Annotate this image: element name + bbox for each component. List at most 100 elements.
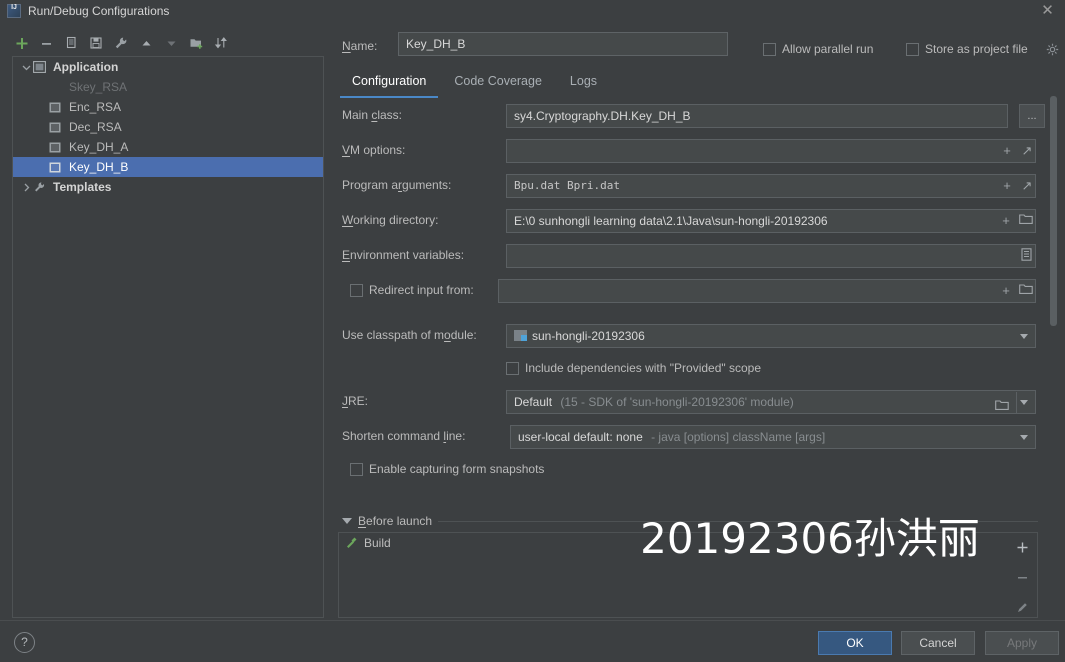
folder-icon[interactable]: [1019, 213, 1033, 227]
program-arguments-input[interactable]: Bpu.dat Bpri.dat: [506, 174, 1036, 198]
program-arguments-row: Program arguments: Bpu.dat Bpri.dat + ↗: [338, 174, 1052, 198]
add-configuration-button[interactable]: [10, 32, 32, 54]
edit-templates-button[interactable]: [110, 32, 132, 54]
plus-icon[interactable]: +: [999, 284, 1013, 297]
before-launch-item-build[interactable]: Build: [339, 533, 1037, 553]
save-configuration-button[interactable]: [85, 32, 107, 54]
name-row: Name: Key_DH_B Allow parallel run Store …: [338, 32, 1059, 60]
store-as-project-file-checkbox[interactable]: Store as project file: [906, 42, 1028, 56]
arrow-down-icon: [167, 41, 175, 46]
tree-node-dec-rsa[interactable]: Dec_RSA: [13, 117, 323, 137]
use-classpath-of-module-row: Use classpath of module: sun-hongli-2019…: [338, 324, 1052, 348]
apply-button[interactable]: Apply: [985, 631, 1059, 655]
minus-icon: [1017, 576, 1027, 578]
gear-icon[interactable]: [1046, 43, 1059, 56]
tab-configuration[interactable]: Configuration: [338, 70, 440, 98]
remove-configuration-button[interactable]: [35, 32, 57, 54]
chevron-down-icon[interactable]: [19, 60, 33, 74]
add-task-button[interactable]: [1013, 538, 1031, 556]
edit-task-button[interactable]: [1013, 598, 1031, 616]
jre-value: Default: [514, 395, 553, 409]
run-config-icon: [49, 140, 65, 154]
store-as-project-file-label: Store as project file: [925, 42, 1028, 56]
tree-node-skey-rsa[interactable]: Skey_RSA: [13, 77, 323, 97]
vm-options-label: VM options:: [342, 143, 406, 157]
jre-hint: (15 - SDK of 'sun-hongli-20192306' modul…: [560, 395, 794, 409]
include-provided-scope-checkbox[interactable]: Include dependencies with "Provided" sco…: [506, 361, 761, 375]
tree-node-key-dh-a[interactable]: Key_DH_A: [13, 137, 323, 157]
run-config-icon: [49, 80, 65, 94]
vm-options-input[interactable]: [506, 139, 1036, 163]
footer-divider: [0, 620, 1065, 621]
tree-node-key-dh-b[interactable]: Key_DH_B: [13, 157, 323, 177]
tree-node-label: Application: [53, 60, 119, 74]
include-provided-scope-label: Include dependencies with "Provided" sco…: [525, 361, 762, 375]
jre-combo[interactable]: Default (15 - SDK of 'sun-hongli-2019230…: [506, 390, 1036, 414]
list-icon[interactable]: [1019, 248, 1033, 263]
chevron-down-icon[interactable]: [1020, 400, 1028, 405]
plus-icon[interactable]: +: [1000, 179, 1014, 192]
shorten-command-line-combo[interactable]: user-local default: none - java [options…: [510, 425, 1036, 449]
move-into-folder-button[interactable]: [185, 32, 207, 54]
tab-code-coverage[interactable]: Code Coverage: [440, 70, 556, 98]
chevron-down-icon[interactable]: [1020, 334, 1028, 339]
enable-capturing-form-snapshots-row: Enable capturing form snapshots: [338, 460, 1052, 480]
working-directory-input[interactable]: E:\0 sunhongli learning data\2.1\Java\su…: [506, 209, 1036, 233]
main-class-input[interactable]: sy4.Cryptography.DH.Key_DH_B: [506, 104, 1008, 128]
tree-node-application[interactable]: Application: [13, 57, 323, 77]
vm-options-row: VM options: + ↗: [338, 139, 1052, 163]
redirect-input-field[interactable]: [498, 279, 1036, 303]
jre-label: JRE:: [342, 394, 369, 408]
redirect-input-checkbox[interactable]: Redirect input from:: [350, 283, 474, 297]
folder-add-icon: [190, 39, 202, 49]
folder-icon[interactable]: [1019, 283, 1033, 297]
sort-configurations-button[interactable]: [210, 32, 232, 54]
enable-capturing-form-snapshots-label: Enable capturing form snapshots: [369, 462, 545, 476]
close-icon[interactable]: ✕: [1040, 3, 1055, 19]
expand-icon[interactable]: ↗: [1020, 144, 1034, 157]
move-up-button[interactable]: [135, 32, 157, 54]
cancel-button[interactable]: Cancel: [901, 631, 975, 655]
chevron-down-icon[interactable]: [342, 518, 352, 524]
remove-task-button[interactable]: [1013, 568, 1031, 586]
name-input[interactable]: Key_DH_B: [398, 32, 728, 56]
module-icon: [514, 330, 527, 341]
use-classpath-of-module-combo[interactable]: sun-hongli-20192306: [506, 324, 1036, 348]
move-down-button[interactable]: [160, 32, 182, 54]
folder-icon[interactable]: [995, 396, 1009, 413]
chevron-right-icon[interactable]: [19, 180, 33, 194]
shorten-command-line-hint: - java [options] className [args]: [651, 430, 826, 444]
plus-icon[interactable]: +: [999, 214, 1013, 227]
program-arguments-label: Program arguments:: [342, 178, 452, 192]
build-hammer-icon: [345, 535, 358, 551]
environment-variables-input[interactable]: [506, 244, 1036, 268]
checkbox-box[interactable]: [763, 42, 776, 56]
main-class-browse-button[interactable]: ...: [1019, 104, 1045, 128]
main-class-row: Main class: sy4.Cryptography.DH.Key_DH_B…: [338, 104, 1052, 128]
chevron-down-icon[interactable]: [1020, 435, 1028, 440]
enable-capturing-form-snapshots-checkbox[interactable]: Enable capturing form snapshots: [350, 462, 544, 476]
plus-icon[interactable]: +: [1000, 144, 1014, 157]
tree-node-enc-rsa[interactable]: Enc_RSA: [13, 97, 323, 117]
allow-parallel-run-checkbox[interactable]: Allow parallel run: [763, 42, 873, 56]
environment-variables-row: Environment variables:: [338, 244, 1052, 268]
tree-node-templates[interactable]: Templates: [13, 177, 323, 197]
allow-parallel-run-label: Allow parallel run: [782, 42, 874, 56]
editor-scrollbar[interactable]: [1048, 96, 1058, 520]
checkbox-box[interactable]: [506, 361, 519, 375]
scrollbar-thumb[interactable]: [1050, 96, 1057, 326]
checkbox-box[interactable]: [906, 42, 919, 56]
help-button[interactable]: ?: [14, 632, 35, 653]
checkbox-box[interactable]: [350, 283, 363, 297]
expand-icon[interactable]: ↗: [1020, 179, 1034, 192]
sort-icon: [214, 37, 227, 49]
intellij-idea-icon: [7, 4, 21, 18]
before-launch-header[interactable]: Before launch: [338, 513, 1038, 529]
wrench-icon: [33, 180, 49, 194]
before-launch-panel: Build: [338, 532, 1038, 618]
tab-logs[interactable]: Logs: [556, 70, 611, 98]
ok-button[interactable]: OK: [818, 631, 892, 655]
configurations-tree[interactable]: Application Skey_RSA Enc_RSA Dec_RSA Key…: [12, 56, 324, 618]
copy-configuration-button[interactable]: [60, 32, 82, 54]
checkbox-box[interactable]: [350, 462, 363, 476]
